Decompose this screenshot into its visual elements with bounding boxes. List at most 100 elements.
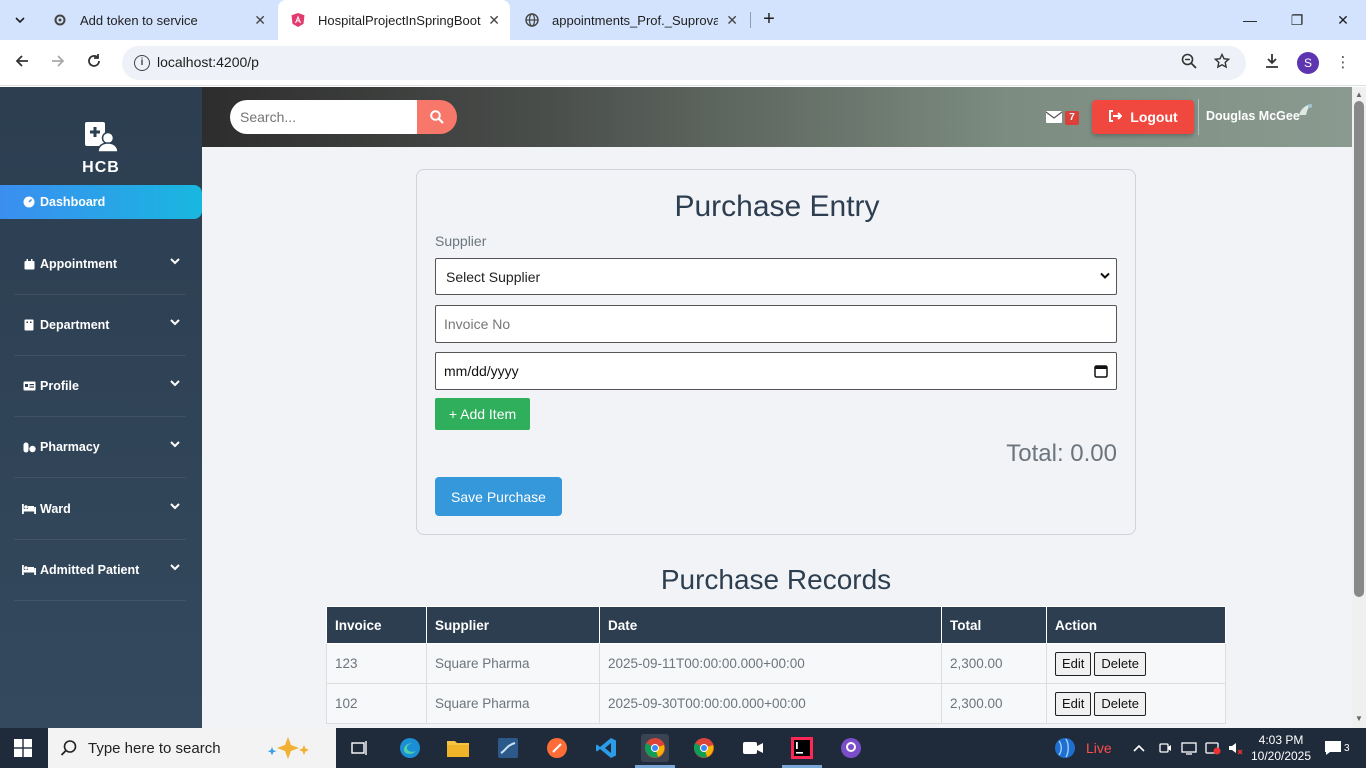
tab-hospital-project[interactable]: HospitalProjectInSpringBoot ✕ xyxy=(278,0,510,40)
table-header-row: Invoice Supplier Date Total Action xyxy=(326,606,1226,644)
pills-icon xyxy=(22,442,36,453)
reload-button[interactable] xyxy=(82,51,106,75)
postman-icon[interactable] xyxy=(543,734,571,762)
logout-button[interactable]: Logout xyxy=(1092,100,1194,134)
chevron-up-icon xyxy=(1133,744,1145,752)
delete-button[interactable]: Delete xyxy=(1094,651,1146,676)
close-icon[interactable]: ✕ xyxy=(726,12,738,29)
clock-date: 10/20/2025 xyxy=(1250,749,1312,763)
sidebar-item-ward[interactable]: Ward xyxy=(14,479,186,540)
mail-notifications[interactable]: 7 xyxy=(1046,109,1080,127)
intellij-icon[interactable] xyxy=(788,734,816,762)
taskbar-search-placeholder: Type here to search xyxy=(88,739,221,757)
sidebar-item-profile[interactable]: Profile xyxy=(14,356,186,417)
sidebar-item-appointment[interactable]: Appointment xyxy=(14,234,186,295)
sidebar-item-dashboard[interactable]: Dashboard xyxy=(0,185,202,219)
download-icon[interactable] xyxy=(1262,53,1282,73)
battery-icon[interactable] xyxy=(1205,728,1221,768)
scroll-thumb[interactable] xyxy=(1354,101,1364,597)
chrome-icon[interactable] xyxy=(641,734,669,762)
volume-muted-icon[interactable] xyxy=(1228,728,1244,768)
minimize-button[interactable]: — xyxy=(1238,8,1262,32)
close-window-button[interactable]: ✕ xyxy=(1331,8,1355,32)
logout-label: Logout xyxy=(1130,109,1178,125)
chevron-down-icon xyxy=(1100,272,1110,279)
cell-total: 2,300.00 xyxy=(941,683,1047,724)
chrome-profile-icon[interactable] xyxy=(690,734,718,762)
profile-avatar[interactable]: S xyxy=(1297,52,1319,74)
scroll-down-icon[interactable]: ▼ xyxy=(1355,714,1363,723)
scroll-up-icon[interactable]: ▲ xyxy=(1355,90,1363,99)
chevron-down-icon xyxy=(170,503,180,510)
taskbar-search-box[interactable]: Type here to search xyxy=(48,728,336,768)
add-item-button[interactable]: + Add Item xyxy=(435,398,530,430)
sidebar-item-department[interactable]: Department xyxy=(14,295,186,356)
chevron-down-icon xyxy=(170,564,180,571)
edge-icon[interactable] xyxy=(396,734,424,762)
arrow-left-icon xyxy=(15,55,28,67)
date-input[interactable]: mm/dd/yyyy xyxy=(435,352,1117,390)
page-scrollbar[interactable]: ▲ ▼ xyxy=(1352,87,1366,728)
new-tab-button[interactable]: + xyxy=(758,8,780,30)
sidebar-item-pharmacy[interactable]: Pharmacy xyxy=(14,417,186,478)
tab-appointments[interactable]: appointments_Prof._Suprova_Sh ✕ xyxy=(512,0,748,40)
calendar-icon[interactable] xyxy=(1094,364,1108,378)
live-label: Live xyxy=(1086,740,1112,756)
tab-search-button[interactable] xyxy=(8,8,32,32)
network-icon[interactable] xyxy=(1181,728,1197,768)
notification-center[interactable]: 3 xyxy=(1324,728,1350,768)
column-header: Invoice xyxy=(326,606,427,644)
zoom-icon[interactable] xyxy=(1179,53,1199,73)
invoice-placeholder: Invoice No xyxy=(444,316,511,332)
bookmark-star-icon[interactable] xyxy=(1212,52,1232,73)
supplier-selected-value: Select Supplier xyxy=(446,268,541,285)
brand-name: HCB xyxy=(82,159,120,176)
bed-icon xyxy=(22,504,36,514)
file-explorer-icon[interactable] xyxy=(444,734,472,762)
delete-button[interactable]: Delete xyxy=(1094,691,1146,716)
video-camera-icon[interactable] xyxy=(739,734,767,762)
column-header: Action xyxy=(1046,606,1226,644)
avatar[interactable] xyxy=(1298,103,1314,117)
edit-button[interactable]: Edit xyxy=(1055,651,1092,676)
cell-date: 2025-09-30T00:00:00.000+00:00 xyxy=(599,683,942,724)
edit-button[interactable]: Edit xyxy=(1055,691,1092,716)
forward-button[interactable] xyxy=(46,51,70,75)
more-menu-icon[interactable]: ⋮ xyxy=(1333,53,1353,73)
system-clock[interactable]: 4:03 PM 10/20/2025 xyxy=(1250,732,1312,764)
windows-start-icon[interactable] xyxy=(14,739,32,757)
notification-icon xyxy=(1325,741,1341,755)
cell-action: Edit Delete xyxy=(1046,683,1226,724)
sidebar-item-label: Admitted Patient xyxy=(40,563,140,577)
back-button[interactable] xyxy=(10,51,34,75)
address-bar[interactable]: i localhost:4200/p xyxy=(122,46,1246,80)
save-purchase-button[interactable]: Save Purchase xyxy=(435,477,562,516)
github-desktop-icon[interactable] xyxy=(837,734,865,762)
purchase-entry-card: Purchase Entry Supplier Select Supplier … xyxy=(416,169,1136,535)
sidebar-item-admitted-patient[interactable]: Admitted Patient xyxy=(14,540,186,601)
show-hidden-icons[interactable] xyxy=(1133,728,1145,768)
tab-add-token[interactable]: Add token to service ✕ xyxy=(40,0,276,40)
hospital-user-icon xyxy=(84,121,119,153)
search-button[interactable] xyxy=(417,100,457,134)
search-input[interactable] xyxy=(230,100,418,134)
sidebar-item-label: Pharmacy xyxy=(40,440,100,454)
site-info-icon[interactable]: i xyxy=(134,55,150,71)
vscode-icon[interactable] xyxy=(592,734,620,762)
live-widget[interactable]: Live xyxy=(1054,728,1112,768)
task-view-icon[interactable] xyxy=(346,734,374,762)
supplier-select[interactable]: Select Supplier xyxy=(435,258,1117,295)
brand: HCB xyxy=(0,121,202,177)
id-card-icon xyxy=(22,381,36,391)
close-icon[interactable]: ✕ xyxy=(488,12,500,29)
restore-button[interactable]: ❐ xyxy=(1285,8,1309,32)
close-icon[interactable]: ✕ xyxy=(254,12,266,29)
invoice-input[interactable]: Invoice No xyxy=(435,305,1117,343)
user-name[interactable]: Douglas McGee xyxy=(1206,109,1300,123)
tab-label: Add token to service xyxy=(80,12,198,28)
cell-supplier: Square Pharma xyxy=(426,683,600,724)
mysql-workbench-icon[interactable] xyxy=(494,734,522,762)
meet-now-icon[interactable] xyxy=(1158,728,1172,768)
page-viewport: HCB Dashboard Appointment Department Pro… xyxy=(0,87,1366,728)
mail-count-badge: 7 xyxy=(1065,111,1079,125)
